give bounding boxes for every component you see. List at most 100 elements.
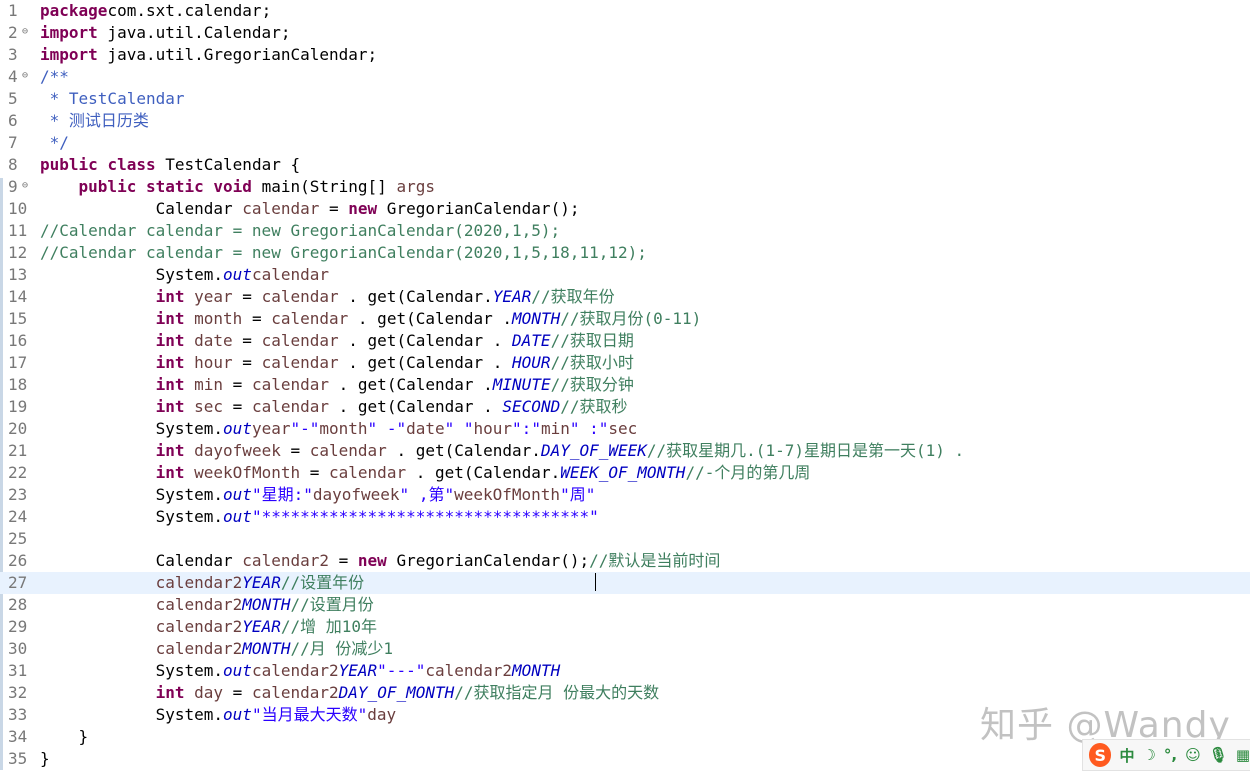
fold-toggle-icon[interactable]: ⊖ <box>22 175 28 197</box>
code-text[interactable]: int month = calendar . get(Calendar .MON… <box>40 308 702 330</box>
line-number: 21 <box>8 441 28 460</box>
code-text[interactable]: System.outcalendar <box>40 264 329 286</box>
emoji-icon[interactable]: ☺ <box>1185 746 1201 764</box>
line-number: 28 <box>8 595 28 614</box>
line-number-gutter: 21 <box>0 440 38 462</box>
line-number: 19 <box>8 397 28 416</box>
code-line[interactable]: 5 * TestCalendar <box>0 88 1250 110</box>
code-text[interactable]: public class TestCalendar { <box>40 154 300 176</box>
code-text[interactable]: int date = calendar . get(Calendar . DAT… <box>40 330 634 352</box>
code-line[interactable]: 1 packagecom.sxt.calendar; <box>0 0 1250 22</box>
code-line[interactable]: 3 import java.util.GregorianCalendar; <box>0 44 1250 66</box>
code-text[interactable]: import java.util.Calendar; <box>40 22 290 44</box>
line-number-gutter: 26 <box>0 550 38 572</box>
code-line[interactable]: 20 System.outyear"-"month" -"date" "hour… <box>0 418 1250 440</box>
code-text[interactable]: System.outyear"-"month" -"date" "hour":"… <box>40 418 638 440</box>
code-text[interactable]: */ <box>40 132 69 154</box>
code-line[interactable]: 30 calendar2MONTH//月 份减少1 <box>0 638 1250 660</box>
code-text[interactable]: import java.util.GregorianCalendar; <box>40 44 377 66</box>
code-text[interactable]: //Calendar calendar = new GregorianCalen… <box>40 220 560 242</box>
code-text[interactable]: System.outcalendar2YEAR"---"calendar2MON… <box>40 660 561 682</box>
line-number: 32 <box>8 683 28 702</box>
line-number-gutter: 12 <box>0 242 38 264</box>
code-line[interactable]: 11 //Calendar calendar = new GregorianCal… <box>0 220 1250 242</box>
line-number-gutter: 19 <box>0 396 38 418</box>
code-line[interactable]: 8 public class TestCalendar { <box>0 154 1250 176</box>
code-text[interactable]: int weekOfMonth = calendar . get(Calenda… <box>40 462 811 484</box>
code-line[interactable]: 22 int weekOfMonth = calendar . get(Cale… <box>0 462 1250 484</box>
code-line[interactable]: 18 int min = calendar . get(Calendar .MI… <box>0 374 1250 396</box>
line-number: 2 <box>8 23 18 42</box>
punctuation-icon[interactable]: °, <box>1164 746 1177 764</box>
code-line[interactable]: 26 Calendar calendar2 = new GregorianCal… <box>0 550 1250 572</box>
code-line[interactable]: 16 int date = calendar . get(Calendar . … <box>0 330 1250 352</box>
code-line[interactable]: 2 ⊖ import java.util.Calendar; <box>0 22 1250 44</box>
code-text[interactable]: int hour = calendar . get(Calendar . HOU… <box>40 352 634 374</box>
code-line[interactable]: 17 int hour = calendar . get(Calendar . … <box>0 352 1250 374</box>
code-text[interactable]: int sec = calendar . get(Calendar . SECO… <box>40 396 628 418</box>
code-text[interactable]: Calendar calendar = new GregorianCalenda… <box>40 198 580 220</box>
code-line[interactable]: 12 //Calendar calendar = new GregorianCal… <box>0 242 1250 264</box>
line-number-gutter: 8 <box>0 154 38 176</box>
code-line[interactable]: 21 int dayofweek = calendar . get(Calend… <box>0 440 1250 462</box>
code-text[interactable]: calendar2YEAR//设置年份 <box>40 572 365 594</box>
line-number-gutter: 16 <box>0 330 38 352</box>
code-text[interactable]: } <box>40 726 89 748</box>
keyboard-icon[interactable]: ▦ <box>1236 746 1250 764</box>
code-editor[interactable]: 1 packagecom.sxt.calendar; 2 ⊖ import java.u… <box>0 0 1250 772</box>
code-text[interactable]: System.out"星期:"dayofweek" ,第"weekOfMonth… <box>40 484 596 506</box>
line-number: 30 <box>8 639 28 658</box>
code-text[interactable]: calendar2MONTH//月 份减少1 <box>40 638 393 660</box>
moon-icon[interactable]: ☽ <box>1142 746 1155 764</box>
code-line[interactable]: 25 <box>0 528 1250 550</box>
code-line[interactable]: 6 * 测试日历类 <box>0 110 1250 132</box>
code-line[interactable]: 24 System.out"**************************… <box>0 506 1250 528</box>
code-line[interactable]: 9 ⊖ public static void main(String[] args <box>0 176 1250 198</box>
line-number: 15 <box>8 309 28 328</box>
code-text[interactable]: /** <box>40 66 69 88</box>
code-text[interactable]: * TestCalendar <box>40 88 185 110</box>
code-text[interactable]: int year = calendar . get(Calendar.YEAR/… <box>40 286 615 308</box>
code-line[interactable]: 27 calendar2YEAR//设置年份 <box>0 572 1250 594</box>
fold-toggle-icon[interactable]: ⊖ <box>22 21 28 43</box>
code-text[interactable]: calendar2YEAR//增 加10年 <box>40 616 377 638</box>
code-text[interactable]: * 测试日历类 <box>40 110 149 132</box>
line-number-gutter: 35 <box>0 748 38 770</box>
code-text[interactable]: int day = calendar2DAY_OF_MONTH//获取指定月 份… <box>40 682 660 704</box>
code-line[interactable]: 7 */ <box>0 132 1250 154</box>
code-text[interactable]: public static void main(String[] args <box>40 176 435 198</box>
line-number: 7 <box>8 133 18 152</box>
mic-icon[interactable]: 🎙 <box>1209 746 1228 764</box>
code-text[interactable]: calendar2MONTH//设置月份 <box>40 594 374 616</box>
code-line[interactable]: 23 System.out"星期:"dayofweek" ,第"weekOfMo… <box>0 484 1250 506</box>
code-text[interactable]: } <box>40 748 50 770</box>
code-text[interactable]: System.out"*****************************… <box>40 506 599 528</box>
line-number-gutter: 1 <box>0 0 38 22</box>
code-line[interactable]: 31 System.outcalendar2YEAR"---"calendar2… <box>0 660 1250 682</box>
code-line[interactable]: 29 calendar2YEAR//增 加10年 <box>0 616 1250 638</box>
code-line[interactable]: 35} <box>0 748 1250 770</box>
code-text[interactable]: int dayofweek = calendar . get(Calendar.… <box>40 440 965 462</box>
input-mode-label[interactable]: 中 <box>1119 745 1134 766</box>
line-number: 25 <box>8 529 28 548</box>
code-text[interactable]: Calendar calendar2 = new GregorianCalend… <box>40 550 721 572</box>
code-text[interactable]: packagecom.sxt.calendar; <box>40 0 271 22</box>
code-line[interactable]: 19 int sec = calendar . get(Calendar . S… <box>0 396 1250 418</box>
code-line[interactable]: 13 System.outcalendar <box>0 264 1250 286</box>
line-number: 33 <box>8 705 28 724</box>
sogou-logo-icon[interactable]: S <box>1089 743 1112 767</box>
code-text[interactable]: //Calendar calendar = new GregorianCalen… <box>40 242 647 264</box>
line-number-gutter: 29 <box>0 616 38 638</box>
line-number-gutter: 31 <box>0 660 38 682</box>
code-line[interactable]: 4 ⊖/** <box>0 66 1250 88</box>
line-number-gutter: 28 <box>0 594 38 616</box>
fold-toggle-icon[interactable]: ⊖ <box>22 65 28 87</box>
code-text[interactable]: int min = calendar . get(Calendar .MINUT… <box>40 374 634 396</box>
code-line[interactable]: 14 int year = calendar . get(Calendar.YE… <box>0 286 1250 308</box>
line-number: 35 <box>8 749 28 768</box>
code-text[interactable]: System.out"当月最大天数"day <box>40 704 397 726</box>
ime-toolbar[interactable]: S 中 ☽ °, ☺ 🎙 ▦ <box>1082 739 1250 771</box>
code-line[interactable]: 10 Calendar calendar = new GregorianCale… <box>0 198 1250 220</box>
code-line[interactable]: 28 calendar2MONTH//设置月份 <box>0 594 1250 616</box>
code-line[interactable]: 15 int month = calendar . get(Calendar .… <box>0 308 1250 330</box>
